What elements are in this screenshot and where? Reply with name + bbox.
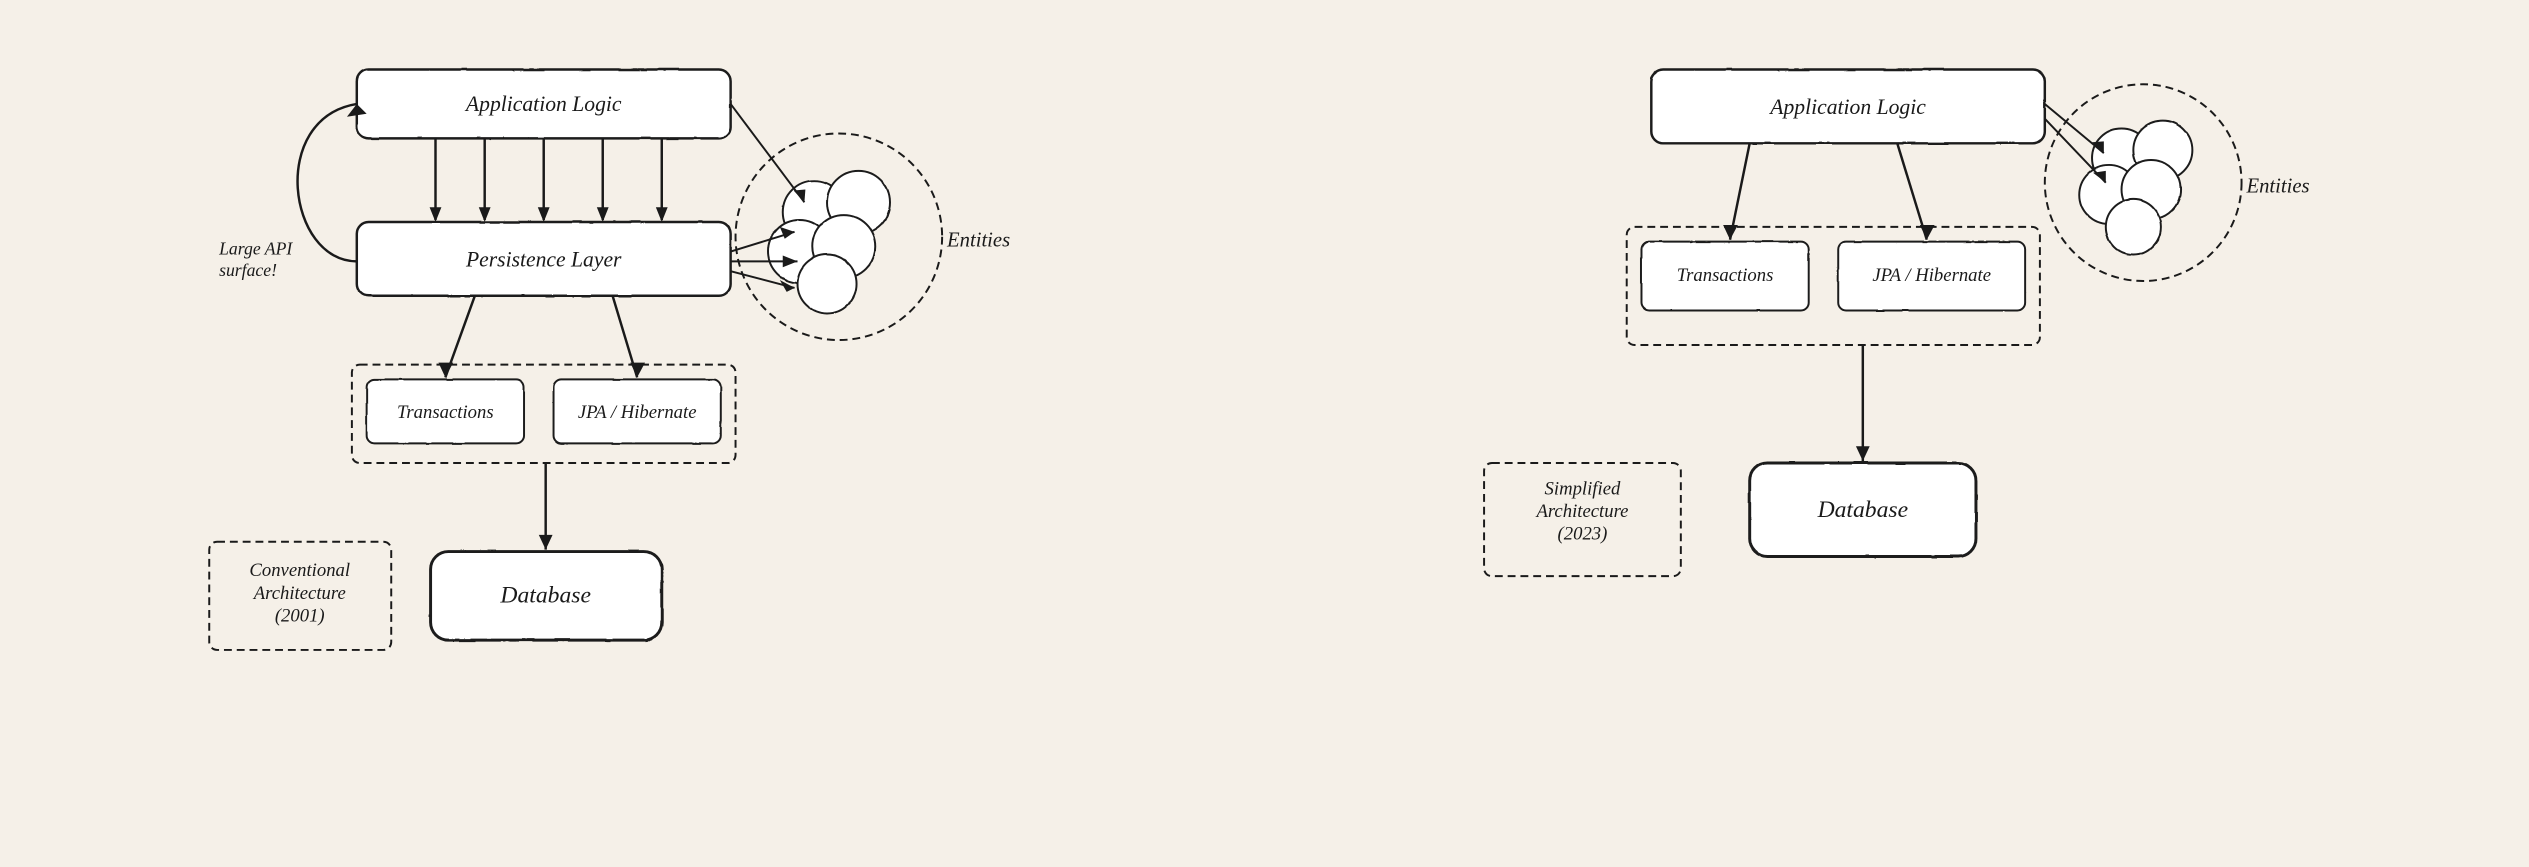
- svg-text:Conventional: Conventional: [249, 560, 350, 581]
- svg-text:(2023): (2023): [1557, 524, 1607, 545]
- transactions-label-1: Transactions: [397, 402, 494, 423]
- transactions-label-2: Transactions: [1676, 265, 1773, 286]
- database-label-1: Database: [499, 583, 591, 609]
- svg-text:Architecture: Architecture: [252, 583, 346, 604]
- jpa-label-1: JPA / Hibernate: [578, 402, 697, 423]
- entities-label-1: Entities: [946, 230, 1010, 252]
- diagram-conventional: Application Logic Persistence Layer Tran…: [60, 40, 1205, 827]
- svg-text:Large API: Large API: [218, 238, 293, 258]
- diagrams-container: Application Logic Persistence Layer Tran…: [0, 0, 2529, 867]
- persistence-layer-label: Persistence Layer: [465, 247, 622, 271]
- jpa-label-2: JPA / Hibernate: [1872, 265, 1991, 286]
- app-logic-label-2: Application Logic: [1768, 95, 1926, 119]
- svg-text:Simplified: Simplified: [1544, 478, 1620, 499]
- svg-text:Architecture: Architecture: [1534, 501, 1628, 522]
- svg-text:(2001): (2001): [275, 605, 325, 626]
- entity-circle-2-5: [2105, 199, 2160, 254]
- diagram-simplified: Application Logic Transactions JPA / Hib…: [1325, 40, 2470, 827]
- entity-circle-5: [798, 254, 857, 313]
- database-label-2: Database: [1816, 497, 1908, 523]
- app-logic-label-1: Application Logic: [464, 92, 622, 116]
- entities-label-2: Entities: [2245, 175, 2309, 197]
- svg-text:surface!: surface!: [219, 260, 277, 280]
